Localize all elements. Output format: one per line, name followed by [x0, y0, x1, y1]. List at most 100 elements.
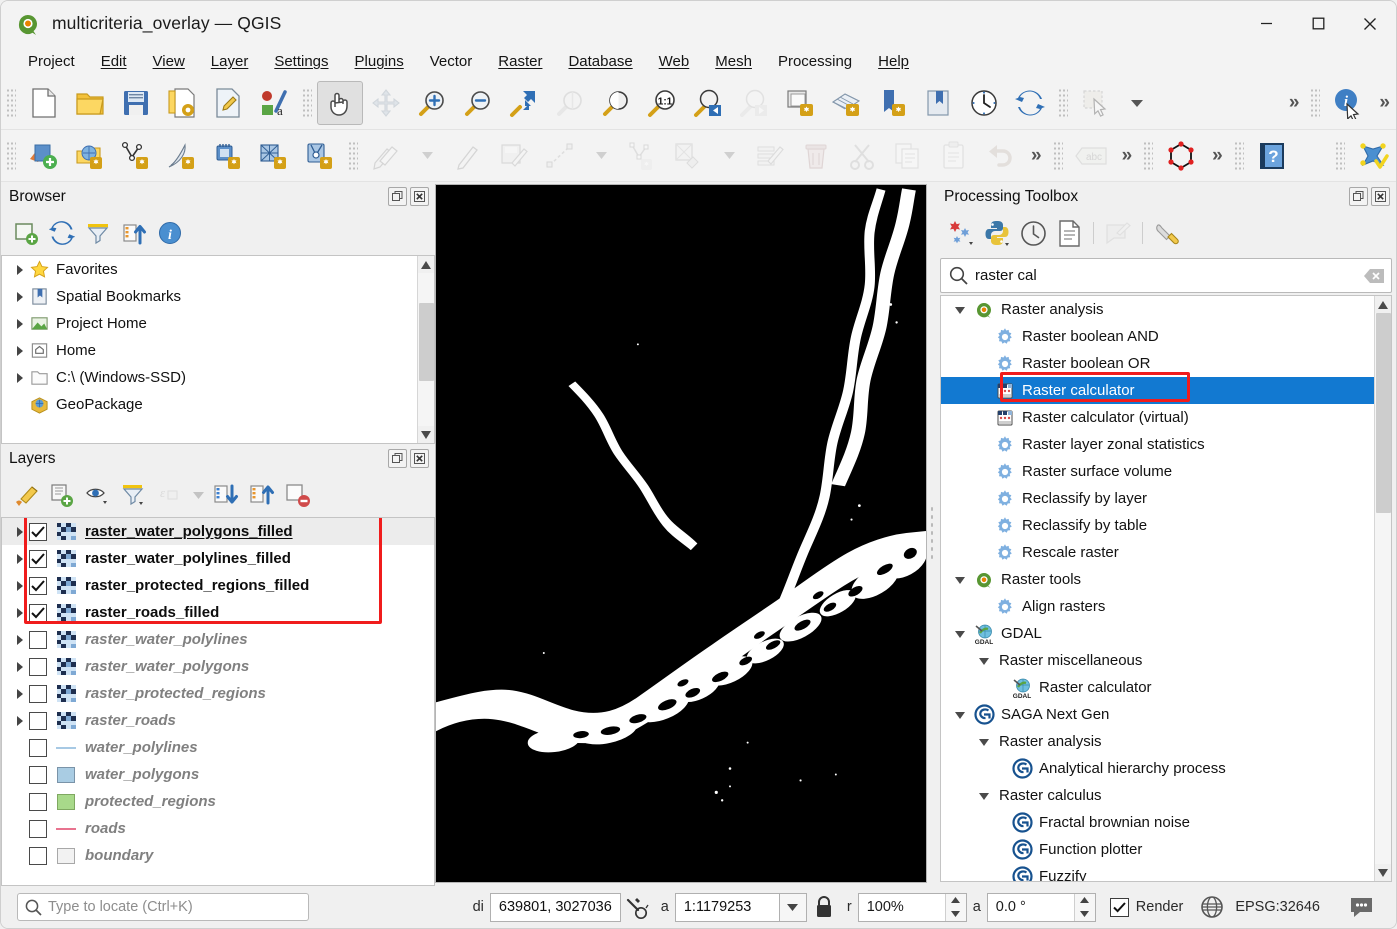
menu-vector[interactable]: Vector [417, 49, 486, 74]
expand-arrow-icon[interactable] [10, 373, 29, 383]
browser-scrollbar[interactable] [417, 256, 434, 443]
scroll-up-arrow-icon[interactable] [418, 256, 435, 273]
toolbar-overflow-2[interactable]: » [1371, 92, 1396, 114]
layers-undock-button[interactable] [388, 449, 407, 468]
layer-row-raster-water-polygons-filled[interactable]: raster_water_polygons_filled [2, 518, 434, 545]
expand-arrow-icon[interactable] [10, 527, 29, 537]
temporal-controller-icon[interactable] [961, 81, 1007, 125]
processing-group-raster-miscellaneous[interactable]: Raster miscellaneous [941, 647, 1374, 674]
layer-visibility-checkbox[interactable] [29, 739, 47, 757]
menu-processing[interactable]: Processing [765, 49, 865, 74]
processing-provider-saga-next-gen[interactable]: SAGA Next Gen [941, 701, 1374, 728]
menu-help[interactable]: Help [865, 49, 922, 74]
toolbar-grip-4[interactable] [1310, 88, 1320, 118]
collapse-arrow-icon[interactable] [973, 657, 995, 665]
add-raster-layer-icon[interactable] [67, 134, 113, 178]
options-wrench-icon[interactable] [1150, 216, 1184, 250]
identify-features-icon[interactable]: i [1325, 81, 1371, 125]
collapse-arrow-icon[interactable] [949, 576, 971, 584]
processing-provider-gdal[interactable]: GDAL GDAL [941, 620, 1374, 647]
add-point-cloud-layer-icon[interactable] [297, 134, 343, 178]
expand-arrow-icon[interactable] [10, 319, 29, 329]
add-layer-collection-icon[interactable] [9, 216, 43, 250]
models-icon[interactable] [944, 216, 978, 250]
coordinate-field[interactable]: 639801, 3027036 [490, 893, 621, 922]
layer-visibility-checkbox[interactable] [29, 577, 47, 595]
history-icon[interactable] [1016, 216, 1050, 250]
layer-row-raster-water-polylines-filled[interactable]: raster_water_polylines_filled [2, 545, 434, 572]
crs-label[interactable]: EPSG:32646 [1229, 899, 1326, 915]
toolbar-grip-3[interactable] [1058, 88, 1068, 118]
processing-tree[interactable]: Raster analysis Raster boolean AND Raste… [940, 295, 1392, 882]
processing-algorithm-fuzzify[interactable]: Fuzzify [941, 863, 1374, 881]
new-map-view-icon[interactable] [777, 81, 823, 125]
layer-visibility-checkbox[interactable] [29, 847, 47, 865]
layer-visibility-checkbox[interactable] [29, 793, 47, 811]
manage-visibility-icon[interactable] [81, 478, 115, 512]
scroll-down-arrow-icon[interactable] [418, 426, 435, 443]
layer-visibility-checkbox[interactable] [29, 658, 47, 676]
magnifier-step-up-icon[interactable] [946, 894, 966, 908]
filter-legend-icon[interactable] [117, 478, 151, 512]
layer-row-roads[interactable]: roads [2, 815, 434, 842]
processing-algorithm-reclassify-by-table[interactable]: Reclassify by table [941, 512, 1374, 539]
toolbar2-grip[interactable] [6, 141, 16, 171]
processing-group-raster-tools[interactable]: Raster tools [941, 566, 1374, 593]
layer-row-raster-protected-regions-filled[interactable]: raster_protected_regions_filled [2, 572, 434, 599]
browser-item-project-home[interactable]: Project Home [2, 310, 417, 337]
scale-field[interactable]: 1:1179253 [675, 893, 780, 922]
rotation-step-down-icon[interactable] [1075, 907, 1095, 921]
minimize-button[interactable] [1240, 1, 1292, 46]
collapse-arrow-icon[interactable] [949, 630, 971, 638]
processing-search-box[interactable] [940, 258, 1392, 293]
browser-item-c-drive[interactable]: C:\ (Windows-SSD) [2, 364, 417, 391]
menu-web[interactable]: Web [646, 49, 703, 74]
save-layer-edits-icon[interactable] [491, 134, 537, 178]
menu-project[interactable]: Project [15, 49, 88, 74]
layer-row-raster-roads-filled[interactable]: raster_roads_filled [2, 599, 434, 626]
expression-dropdown-icon[interactable] [189, 478, 207, 512]
expand-arrow-icon[interactable] [10, 662, 29, 672]
data-source-manager-icon[interactable]: a [251, 81, 297, 125]
pan-to-selection-icon[interactable] [363, 81, 409, 125]
toggle-editing-icon[interactable] [445, 134, 491, 178]
messages-icon[interactable] [1344, 895, 1378, 919]
current-edits-icon[interactable] [363, 134, 409, 178]
layer-row-raster-protected-regions[interactable]: raster_protected_regions [2, 680, 434, 707]
current-edits-dropdown-icon[interactable] [409, 134, 445, 178]
layer-row-water-polygons[interactable]: water_polygons [2, 761, 434, 788]
processing-algorithm-raster-calculator-virtual[interactable]: Raster calculator (virtual) [941, 404, 1374, 431]
toolbar2-grip-6[interactable] [1335, 141, 1345, 171]
processing-toolbox-icon[interactable] [1350, 134, 1396, 178]
toolbar-grip[interactable] [6, 88, 16, 118]
new-project-icon[interactable] [21, 81, 67, 125]
refresh-icon[interactable] [45, 216, 79, 250]
locator-input[interactable] [48, 899, 308, 915]
label-toolbar-icon[interactable]: abc [1068, 134, 1114, 178]
scale-dropdown-arrow-icon[interactable] [780, 893, 807, 922]
search-input[interactable] [975, 267, 1357, 284]
modify-attributes-icon[interactable] [665, 134, 711, 178]
render-toggle[interactable]: Render [1110, 898, 1184, 917]
save-project-icon[interactable] [113, 81, 159, 125]
remove-layer-icon[interactable] [281, 478, 315, 512]
open-project-icon[interactable] [67, 81, 113, 125]
add-line-feature-icon[interactable] [537, 134, 583, 178]
layer-row-protected-regions[interactable]: protected_regions [2, 788, 434, 815]
zoom-native-icon[interactable]: 1:1 [639, 81, 685, 125]
lock-scale-icon[interactable] [807, 895, 841, 919]
add-mesh-layer-icon[interactable] [251, 134, 297, 178]
zoom-out-icon[interactable] [455, 81, 501, 125]
expand-arrow-icon[interactable] [10, 292, 29, 302]
expand-arrow-icon[interactable] [10, 716, 29, 726]
attributes-dropdown-icon[interactable] [711, 134, 747, 178]
processing-algorithm-raster-boolean-and[interactable]: Raster boolean AND [941, 323, 1374, 350]
processing-algorithm-analytical-hierarchy-process[interactable]: Analytical hierarchy process [941, 755, 1374, 782]
map-canvas[interactable] [435, 184, 927, 883]
cut-features-icon[interactable] [839, 134, 885, 178]
collapse-arrow-icon[interactable] [973, 738, 995, 746]
browser-undock-button[interactable] [388, 187, 407, 206]
menu-raster[interactable]: Raster [485, 49, 555, 74]
zoom-next-icon[interactable] [731, 81, 777, 125]
select-features-icon[interactable] [1073, 81, 1119, 125]
